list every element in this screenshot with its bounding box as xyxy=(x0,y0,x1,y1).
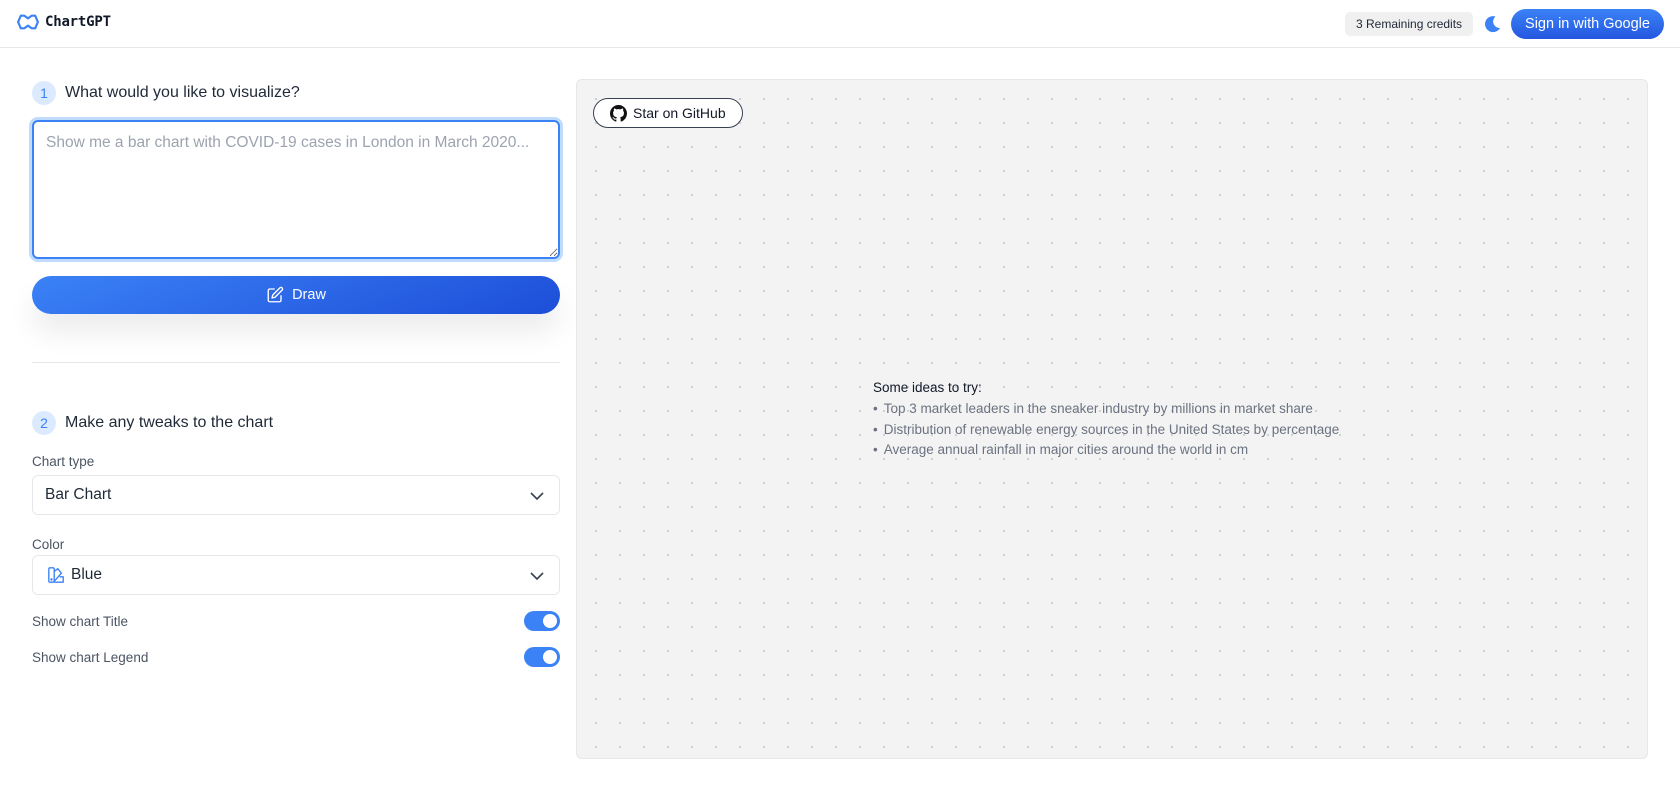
idea-item[interactable]: • Average annual rainfall in major cities… xyxy=(873,440,1339,461)
credits-badge: 3 Remaining credits xyxy=(1345,12,1474,36)
chevron-down-icon xyxy=(530,492,544,501)
idea-text: Average annual rainfall in major cities … xyxy=(883,442,1249,457)
bullet: • xyxy=(873,421,878,437)
chevron-down-icon xyxy=(530,572,544,581)
show-legend-toggle[interactable] xyxy=(524,647,560,667)
bullet: • xyxy=(873,442,878,457)
draw-button[interactable]: Draw xyxy=(32,276,560,314)
chart-type-value: Bar Chart xyxy=(45,486,112,503)
step-2-header: 2 Make any tweaks to the chart xyxy=(32,411,273,435)
show-legend-label: Show chart Legend xyxy=(32,649,149,665)
chartgpt-logo-icon xyxy=(17,14,39,30)
chart-type-label: Chart type xyxy=(32,454,95,469)
toggle-knob xyxy=(543,614,557,628)
swatch-icon xyxy=(48,567,64,583)
step-number: 1 xyxy=(32,81,56,105)
prompt-input[interactable] xyxy=(32,120,560,259)
color-value: Blue xyxy=(71,566,103,583)
bullet: • xyxy=(873,401,878,416)
chart-type-select[interactable]: Bar Chart xyxy=(32,475,560,515)
idea-text: Top 3 market leaders in the sneaker indu… xyxy=(883,401,1313,416)
ideas-title: Some ideas to try: xyxy=(873,380,982,395)
draw-label: Draw xyxy=(292,287,326,303)
ideas-list: Some ideas to try: • Top 3 market leaders… xyxy=(873,380,1339,461)
step-1-header: 1 What would you like to visualize? xyxy=(32,81,300,105)
show-title-label: Show chart Title xyxy=(32,613,129,629)
idea-text: Distribution of renewable energy sources… xyxy=(883,421,1340,437)
show-legend-row: Show chart Legend xyxy=(32,645,560,669)
github-label: Star on GitHub xyxy=(633,105,726,121)
github-icon xyxy=(610,104,627,122)
idea-item[interactable]: • Distribution of renewable energy source… xyxy=(873,420,1339,441)
show-title-toggle[interactable] xyxy=(524,611,560,631)
brand-name: ChartGPT xyxy=(45,14,111,30)
color-label: Color xyxy=(32,537,65,552)
chart-canvas: Star on GitHub Some ideas to try: • Top 3… xyxy=(576,79,1648,759)
step-title: Make any tweaks to the chart xyxy=(65,414,274,431)
toggle-knob xyxy=(543,650,557,664)
brand[interactable]: ChartGPT xyxy=(17,13,111,31)
pencil-square-icon xyxy=(267,286,284,303)
idea-item[interactable]: • Top 3 market leaders in the sneaker ind… xyxy=(873,399,1339,420)
step-number: 2 xyxy=(32,411,56,435)
sign-in-google-button[interactable]: Sign in with Google xyxy=(1511,9,1664,39)
step-title: What would you like to visualize? xyxy=(65,84,300,101)
section-divider xyxy=(32,362,560,363)
color-select[interactable]: Blue xyxy=(32,555,560,595)
show-title-row: Show chart Title xyxy=(32,609,560,633)
top-bar: ChartGPT 3 Remaining credits Sign in wit… xyxy=(0,0,1680,48)
star-on-github-button[interactable]: Star on GitHub xyxy=(593,98,743,128)
moon-icon[interactable] xyxy=(1482,14,1502,34)
